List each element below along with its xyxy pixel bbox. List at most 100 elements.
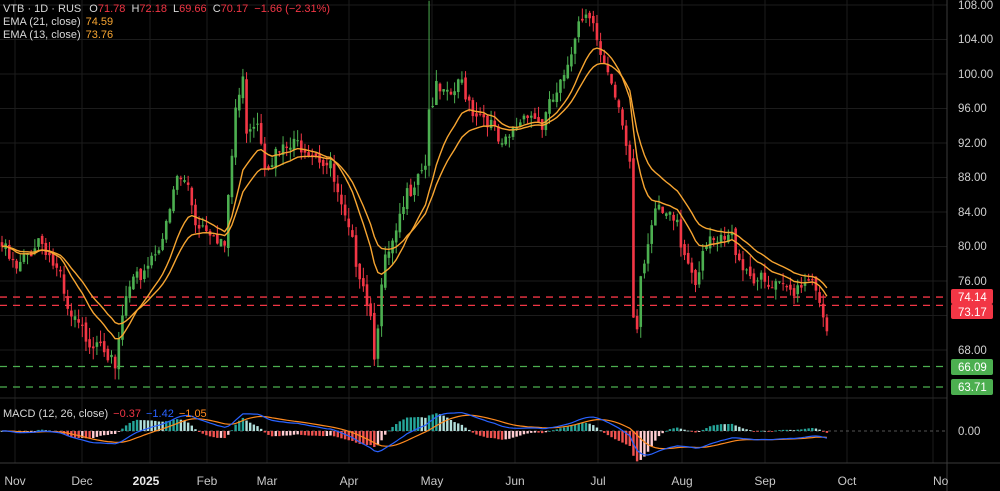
- candle: [248, 123, 252, 143]
- macd-histogram-bar: [752, 431, 756, 432]
- candle-body: [332, 163, 336, 182]
- candle-body: [168, 209, 172, 223]
- x-tick-label: No: [933, 474, 949, 488]
- candle: [409, 178, 413, 197]
- macd-histogram-bar: [617, 431, 621, 441]
- candle: [573, 37, 577, 65]
- candle-body: [296, 140, 299, 142]
- candle-body: [285, 146, 288, 148]
- candle: [621, 107, 624, 130]
- macd-histogram-bar: [511, 431, 515, 438]
- macd-histogram-bar: [285, 431, 288, 436]
- price-axis[interactable]: 108.00 104.00 100.00 96.00 92.00 88.00 8…: [951, 0, 993, 438]
- candle: [369, 297, 372, 321]
- macd-histogram-bar: [796, 429, 799, 431]
- x-tick-label: Oct: [838, 474, 857, 488]
- candle-body: [686, 252, 690, 264]
- macd-histogram-bar: [621, 431, 624, 443]
- candle-body: [719, 234, 723, 243]
- candle-body: [321, 159, 325, 167]
- candle-body: [270, 165, 274, 168]
- candle-body: [613, 84, 617, 98]
- macd-histogram-bar: [267, 431, 270, 435]
- macd-histogram-bar: [103, 431, 106, 436]
- candle-body: [201, 225, 205, 227]
- symbol-legend[interactable]: VTB · 1D · RUS O71.78 H72.18 L69.66 C70.…: [3, 3, 330, 15]
- candle-body: [708, 236, 712, 249]
- level-label: 73.17: [958, 307, 987, 319]
- time-axis[interactable]: Nov Dec 2025 Feb Mar Apr May Jun Jul Aug…: [4, 474, 948, 488]
- candle-body: [59, 269, 62, 272]
- level-label: 74.14: [958, 292, 987, 304]
- candle: [300, 133, 303, 160]
- macd-histogram-bar: [650, 431, 653, 447]
- candle-body: [241, 76, 245, 99]
- candle-body: [11, 258, 15, 261]
- macd-histogram-bar: [789, 429, 792, 431]
- candle: [464, 71, 467, 102]
- candle-body: [70, 310, 73, 317]
- candle-body: [351, 230, 354, 237]
- candle: [741, 250, 745, 282]
- macd-histogram-bar: [738, 426, 741, 431]
- macd-histogram-bar: [146, 420, 150, 431]
- candle: [91, 337, 95, 360]
- candle: [289, 137, 292, 160]
- macd-histogram-bar: [212, 431, 215, 438]
- candle-body: [566, 64, 570, 79]
- candle: [759, 270, 763, 289]
- candle-body: [197, 224, 201, 229]
- y-tick-label: 84.00: [958, 207, 987, 219]
- svg-text:EMA (13, close)73.76: EMA (13, close) 73.76: [3, 29, 113, 41]
- candle-body: [811, 279, 814, 281]
- candle: [292, 130, 296, 157]
- macd-label: MACD (12, 26, close): [3, 408, 108, 420]
- candle-body: [102, 341, 106, 353]
- candle-body: [595, 23, 599, 41]
- ema21-legend[interactable]: EMA (21, close) 74.59: [3, 16, 113, 28]
- candle-body: [665, 213, 668, 216]
- macd-histogram-bar: [639, 431, 642, 460]
- candle-body: [343, 204, 347, 216]
- symbol-title: VTB · 1D · RUS: [3, 3, 81, 15]
- macd-histogram-bar: [278, 431, 281, 437]
- x-tick-label: Nov: [4, 474, 25, 488]
- candle-body: [577, 21, 580, 38]
- level-badge-63-71: 63.71: [951, 379, 993, 395]
- candle-body: [347, 218, 351, 228]
- macd-histogram-bar: [719, 424, 723, 431]
- candle: [190, 186, 194, 215]
- candle-body: [559, 79, 562, 93]
- macd-histogram-bar: [106, 431, 110, 435]
- macd-histogram-bar: [657, 431, 661, 437]
- open-value: 71.78: [98, 3, 126, 15]
- candle-body: [537, 117, 540, 123]
- price-chart[interactable]: 108.00 104.00 100.00 96.00 92.00 88.00 8…: [0, 0, 1000, 491]
- candle: [559, 79, 562, 102]
- macd-histogram-bar: [643, 431, 646, 457]
- candle-body: [818, 292, 821, 303]
- macd-histogram-bar: [150, 420, 153, 431]
- candle: [738, 249, 741, 262]
- macd-histogram-bar: [132, 420, 135, 431]
- candle-body: [551, 99, 555, 102]
- macd-histogram-bar: [668, 429, 672, 431]
- y-tick-label: 92.00: [958, 138, 987, 150]
- candle-body: [227, 194, 230, 248]
- ema13-label: EMA (13, close): [3, 29, 81, 41]
- candle-body: [365, 284, 369, 306]
- macd-histogram-bar: [263, 431, 266, 433]
- candle: [489, 110, 493, 131]
- candle-body: [529, 115, 533, 118]
- candle-body: [394, 230, 398, 243]
- y-tick-label: 96.00: [958, 103, 987, 115]
- candle-body: [800, 285, 803, 288]
- candle: [139, 267, 142, 289]
- candle-body: [22, 254, 26, 262]
- macd-histogram-bar: [289, 431, 292, 436]
- ema13-legend[interactable]: EMA (13, close) 73.76: [3, 29, 113, 41]
- candle: [504, 134, 507, 146]
- candle-body: [690, 262, 694, 273]
- candle-body: [767, 284, 770, 287]
- macd-histogram-bar: [599, 430, 602, 432]
